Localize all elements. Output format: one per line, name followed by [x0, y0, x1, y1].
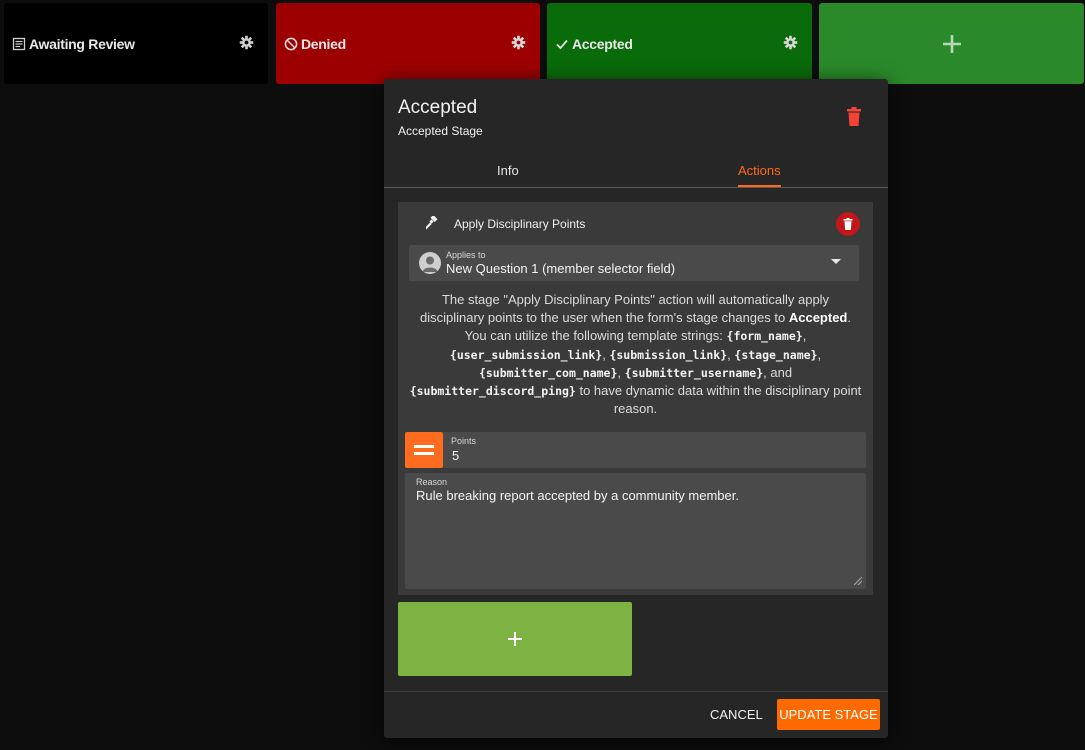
cancel-button[interactable]: CANCEL — [710, 707, 763, 722]
gear-icon[interactable] — [239, 35, 254, 53]
applies-to-select[interactable]: Applies to New Question 1 (member select… — [409, 245, 859, 281]
stage-card-denied[interactable]: Denied — [276, 3, 540, 84]
plus-icon — [508, 632, 522, 646]
check-icon — [556, 39, 568, 49]
stage-label: Awaiting Review — [29, 35, 135, 52]
tab-bar: Info Actions — [384, 159, 888, 188]
stage-label: Accepted — [572, 35, 633, 52]
tab-actions[interactable]: Actions — [738, 163, 781, 178]
points-mode-button[interactable] — [405, 432, 443, 468]
applies-to-value: New Question 1 (member selector field) — [446, 261, 676, 276]
stage-title: Denied — [284, 36, 346, 52]
gear-icon[interactable] — [783, 35, 798, 53]
reason-textarea[interactable]: Reason Rule breaking report accepted by … — [405, 473, 866, 589]
modal-subtitle: Accepted Stage — [398, 124, 483, 138]
stage-card-awaiting-review[interactable]: Awaiting Review — [4, 3, 268, 84]
stage-card-accepted[interactable]: Accepted — [547, 3, 812, 84]
form-icon — [12, 37, 26, 50]
trash-icon — [843, 218, 853, 230]
plus-icon — [942, 34, 961, 53]
update-stage-button[interactable]: UPDATE STAGE — [777, 699, 880, 730]
action-type-label: Apply Disciplinary Points — [454, 217, 586, 231]
gear-icon[interactable] — [511, 35, 526, 53]
delete-stage-icon[interactable] — [846, 107, 862, 127]
equals-icon — [414, 445, 434, 455]
footer-divider — [384, 691, 888, 692]
modal-title: Accepted — [398, 97, 478, 118]
delete-action-button[interactable] — [836, 212, 860, 236]
gavel-icon — [426, 216, 438, 230]
member-avatar-icon — [419, 252, 441, 274]
add-stage-button[interactable] — [819, 3, 1084, 84]
points-value: 5 — [452, 448, 460, 463]
tab-info[interactable]: Info — [497, 163, 519, 178]
stage-title: Awaiting Review — [12, 36, 135, 52]
edit-stage-modal: Accepted Accepted Stage Info Actions App… — [384, 79, 888, 738]
reason-label: Reason — [416, 477, 448, 487]
action-description: The stage "Apply Disciplinary Points" ac… — [409, 292, 862, 417]
stage-label: Denied — [301, 35, 346, 52]
add-action-button[interactable] — [398, 602, 632, 676]
resize-handle-icon[interactable] — [854, 577, 862, 585]
points-input[interactable]: Points 5 — [443, 432, 866, 468]
applies-to-label: Applies to — [446, 250, 486, 260]
reason-value: Rule breaking report accepted by a commu… — [416, 488, 739, 503]
chevron-down-icon — [831, 259, 841, 264]
stage-title: Accepted — [555, 36, 633, 52]
points-label: Points — [451, 436, 477, 446]
action-card: Apply Disciplinary Points Applies to New… — [398, 202, 873, 595]
block-icon — [284, 37, 298, 50]
active-tab-indicator — [738, 185, 781, 187]
